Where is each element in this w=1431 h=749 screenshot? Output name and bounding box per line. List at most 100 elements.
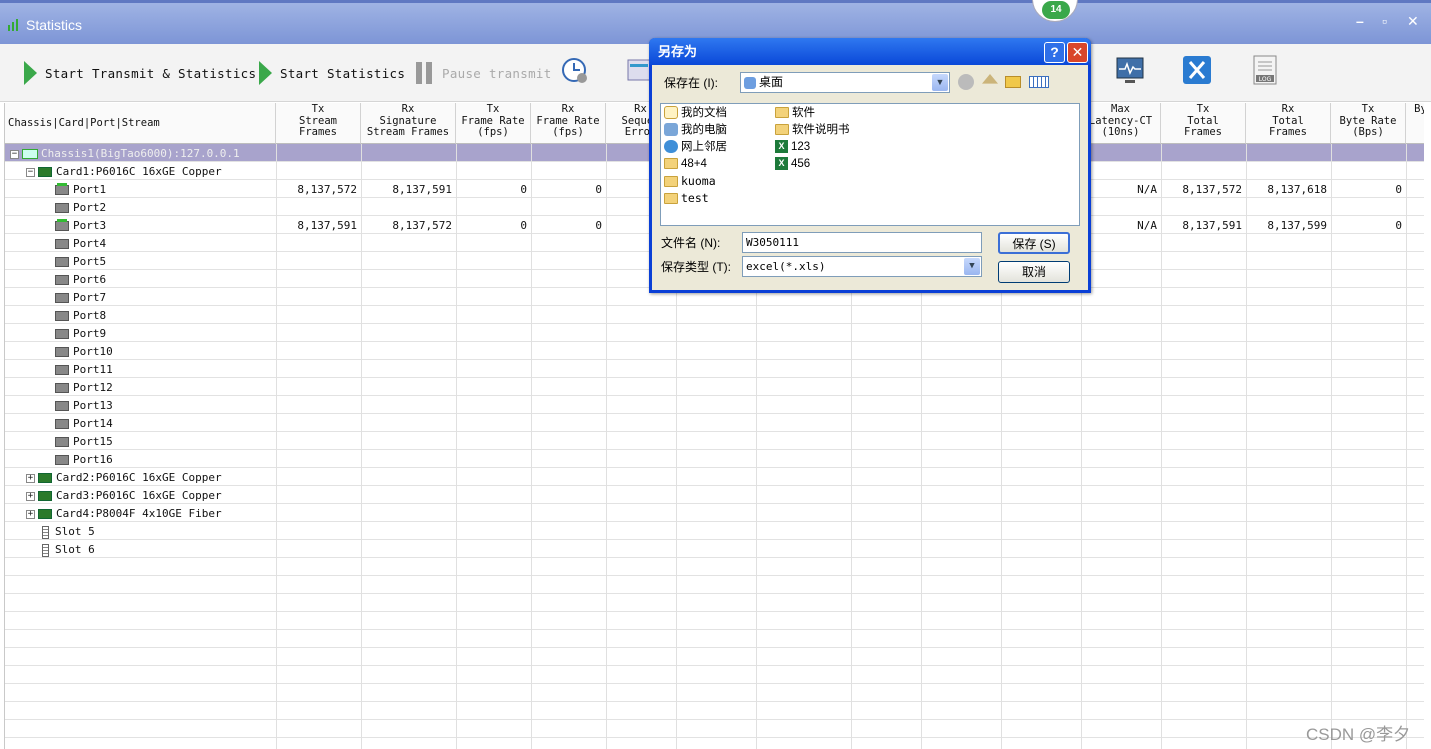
filetype-value: excel(*.xls)	[746, 260, 826, 273]
table-row[interactable]	[5, 396, 1424, 414]
table-row[interactable]	[5, 594, 1424, 612]
column-header-rx-signature[interactable]: Rx Signature Stream Frames	[361, 103, 456, 144]
file-item-my-computer[interactable]: 我的电脑	[664, 122, 727, 139]
file-item-excel-456[interactable]: X 456	[775, 156, 810, 173]
tree-slot6[interactable]: Slot 6	[42, 541, 95, 559]
tree-port[interactable]: Port14	[55, 415, 113, 433]
filename-input[interactable]: W3050111	[742, 232, 982, 253]
tree-port[interactable]: Port16	[55, 451, 113, 469]
start-transmit-statistics-button[interactable]: Start Transmit & Statistics	[24, 44, 256, 102]
port1-rx-rate: 0	[595, 183, 602, 196]
table-row[interactable]	[5, 450, 1424, 468]
column-header-by[interactable]: By	[1406, 103, 1424, 144]
column-header-tx-byte-rate[interactable]: Tx Byte Rate (Bps)	[1331, 103, 1406, 144]
table-row[interactable]	[5, 630, 1424, 648]
filetype-select[interactable]: excel(*.xls) ▼	[742, 256, 982, 277]
tree-port[interactable]: Port7	[55, 289, 106, 307]
table-row[interactable]	[5, 360, 1424, 378]
column-header-tx-total-frames[interactable]: Tx Total Frames	[1161, 103, 1246, 144]
svg-text:LOG: LOG	[1259, 76, 1272, 83]
collapse-icon[interactable]: −	[26, 167, 35, 177]
file-item-folder-test[interactable]: test	[664, 190, 709, 207]
tree-card1[interactable]: − Card1:P6016C 16xGE Copper	[26, 163, 222, 181]
help-button[interactable]: ?	[1044, 42, 1065, 63]
stream-icon[interactable]	[626, 54, 650, 86]
tree-card4[interactable]: + Card4:P8004F 4x10GE Fiber	[26, 505, 222, 523]
file-item-folder-manual[interactable]: 软件说明书	[775, 122, 850, 139]
tree-card3[interactable]: + Card3:P6016C 16xGE Copper	[26, 487, 222, 505]
tree-port[interactable]: Port15	[55, 433, 113, 451]
tree-port[interactable]: Port8	[55, 307, 106, 325]
save-in-select[interactable]: 桌面 ▼	[740, 72, 950, 93]
table-row[interactable]	[5, 702, 1424, 720]
column-header-tx-frame-rate[interactable]: Tx Frame Rate (fps)	[456, 103, 531, 144]
column-header-max-latency[interactable]: Max Latency-CT (10ns)	[1081, 103, 1161, 144]
column-header-rx-frame-rate[interactable]: Rx Frame Rate (fps)	[531, 103, 606, 144]
file-item-folder-48[interactable]: 48+4	[664, 156, 707, 173]
table-row[interactable]	[5, 612, 1424, 630]
expand-icon[interactable]: +	[26, 473, 35, 483]
column-header-tx-stream-frames[interactable]: Tx Stream Frames	[276, 103, 361, 144]
new-folder-icon[interactable]	[1005, 76, 1021, 88]
tree-port[interactable]: Port1	[55, 181, 106, 199]
file-item-network[interactable]: 网上邻居	[664, 139, 727, 156]
port-icon	[55, 275, 69, 285]
port-label: Port13	[73, 399, 113, 412]
table-row[interactable]	[5, 720, 1424, 738]
save-button[interactable]: 保存 (S)	[998, 232, 1070, 254]
tree-port[interactable]: Port4	[55, 235, 106, 253]
dialog-close-button[interactable]: ✕	[1067, 42, 1088, 63]
table-row[interactable]	[5, 432, 1424, 450]
save-as-dialog: 另存为 ? ✕ 保存在 (I): 桌面 ▼ 我的文档 我的电脑 网上邻居 48+…	[649, 38, 1091, 293]
table-row[interactable]	[5, 558, 1424, 576]
table-row[interactable]	[5, 666, 1424, 684]
tree-port[interactable]: Port3	[55, 217, 106, 235]
column-header-tree[interactable]: Chassis|Card|Port|Stream	[5, 103, 276, 144]
back-icon[interactable]	[958, 74, 974, 90]
tree-slot5[interactable]: Slot 5	[42, 523, 95, 541]
log-icon[interactable]: LOG	[1250, 54, 1280, 86]
table-row[interactable]	[5, 522, 1424, 540]
collapse-icon[interactable]: −	[10, 149, 19, 159]
expand-icon[interactable]: +	[26, 509, 35, 519]
pause-transmit-button[interactable]: Pause transmit	[416, 44, 552, 102]
file-item-folder-software[interactable]: 软件	[775, 105, 815, 122]
monitor-icon[interactable]	[1115, 54, 1145, 86]
table-row[interactable]	[5, 324, 1424, 342]
file-item-excel-123[interactable]: X 123	[775, 139, 810, 156]
up-folder-icon[interactable]	[982, 74, 998, 84]
table-row[interactable]	[5, 342, 1424, 360]
tree-port[interactable]: Port12	[55, 379, 113, 397]
expand-icon[interactable]: +	[26, 491, 35, 501]
table-row[interactable]	[5, 414, 1424, 432]
table-row[interactable]	[5, 684, 1424, 702]
tree-port[interactable]: Port5	[55, 253, 106, 271]
file-item-label: 我的文档	[681, 107, 727, 119]
tree-port[interactable]: Port10	[55, 343, 113, 361]
view-menu-icon[interactable]	[1029, 76, 1049, 88]
minimize-button[interactable]: –	[1356, 13, 1364, 29]
table-row[interactable]	[5, 738, 1424, 749]
close-button[interactable]: ✕	[1407, 13, 1419, 30]
table-row[interactable]	[5, 306, 1424, 324]
table-row[interactable]	[5, 540, 1424, 558]
column-header-rx-total-frames[interactable]: Rx Total Frames	[1246, 103, 1331, 144]
tree-chassis[interactable]: − Chassis1(BigTao6000):127.0.0.1	[10, 145, 240, 163]
restore-button[interactable]: ▫	[1382, 13, 1387, 29]
tree-card2[interactable]: + Card2:P6016C 16xGE Copper	[26, 469, 222, 487]
tools-icon[interactable]	[1182, 54, 1212, 86]
tree-port[interactable]: Port2	[55, 199, 106, 217]
cancel-button[interactable]: 取消	[998, 261, 1070, 283]
tree-port[interactable]: Port6	[55, 271, 106, 289]
file-item-folder-kuoma[interactable]: kuoma	[664, 173, 716, 190]
port-label: Port4	[73, 237, 107, 250]
clock-settings-icon[interactable]	[560, 54, 590, 86]
file-item-my-documents[interactable]: 我的文档	[664, 105, 727, 122]
tree-port[interactable]: Port11	[55, 361, 113, 379]
table-row[interactable]	[5, 378, 1424, 396]
table-row[interactable]	[5, 648, 1424, 666]
start-statistics-button[interactable]: Start Statistics	[259, 44, 405, 102]
tree-port[interactable]: Port9	[55, 325, 106, 343]
table-row[interactable]	[5, 576, 1424, 594]
tree-port[interactable]: Port13	[55, 397, 113, 415]
